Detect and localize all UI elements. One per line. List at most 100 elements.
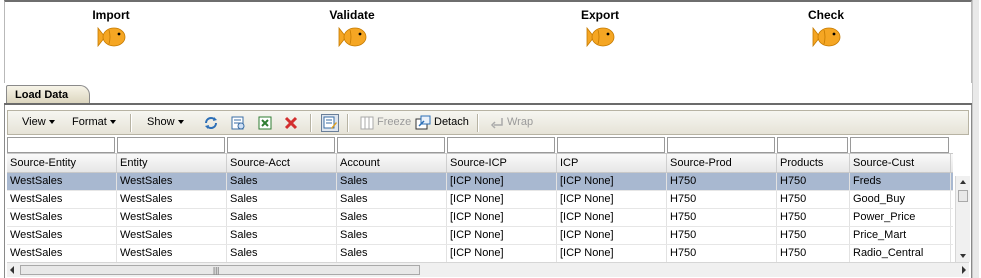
table-cell[interactable]: Sales (337, 209, 447, 226)
table-cell[interactable]: Sales (337, 245, 447, 262)
table-row[interactable]: WestSales WestSales Sales Sales [ICP None] [I… (7, 191, 953, 209)
table-cell[interactable]: [ICP None] (557, 191, 667, 208)
fish-icon[interactable] (336, 24, 368, 50)
vertical-scrollbar[interactable] (955, 176, 970, 262)
filter-input-source-icp[interactable] (447, 137, 555, 153)
filter-input-icp[interactable] (557, 137, 665, 153)
table-cell[interactable]: Good_Buy (850, 191, 951, 208)
table-cell[interactable]: H750 (777, 191, 850, 208)
scroll-up-icon[interactable] (960, 180, 966, 184)
scroll-left-icon[interactable] (10, 266, 14, 274)
edit-grid-icon[interactable] (321, 114, 339, 132)
delete-icon[interactable] (283, 115, 299, 131)
scroll-right-icon[interactable] (962, 266, 966, 274)
table-cell[interactable]: WestSales (117, 245, 227, 262)
table-cell[interactable]: [ICP None] (447, 173, 557, 190)
format-menu-label: Format (72, 116, 107, 128)
header-row: Source-Entity Entity Source-Acct Account Sou… (7, 153, 953, 173)
refresh-icon[interactable] (203, 115, 219, 131)
table-cell[interactable]: H750 (667, 227, 777, 244)
show-menu[interactable]: Show (147, 114, 184, 131)
table-cell[interactable]: WestSales (7, 191, 117, 208)
filter-input-products[interactable] (777, 137, 848, 153)
column-header-icp[interactable]: ICP (557, 154, 667, 172)
table-row[interactable]: WestSales WestSales Sales Sales [ICP None] [I… (7, 245, 953, 263)
table-cell[interactable]: WestSales (117, 209, 227, 226)
table-cell[interactable]: Sales (227, 209, 337, 226)
filter-input-source-entity[interactable] (7, 137, 115, 153)
step-check[interactable]: Check (786, 8, 866, 50)
table-cell[interactable]: Sales (337, 173, 447, 190)
table-row[interactable]: WestSales WestSales Sales Sales [ICP None] [I… (7, 227, 953, 245)
table-cell[interactable]: Sales (227, 173, 337, 190)
column-header-source-cust[interactable]: Source-Cust (850, 154, 951, 172)
table-cell[interactable]: H750 (667, 209, 777, 226)
table-cell[interactable]: WestSales (7, 245, 117, 262)
table-cell[interactable]: WestSales (7, 209, 117, 226)
table-cell[interactable]: Radio_Central (850, 245, 951, 262)
table-cell[interactable]: H750 (667, 191, 777, 208)
table-cell[interactable]: WestSales (7, 227, 117, 244)
column-header-source-icp[interactable]: Source-ICP (447, 154, 557, 172)
table-cell[interactable]: Price_Mart (850, 227, 951, 244)
table-cell[interactable]: H750 (667, 173, 777, 190)
column-header-entity[interactable]: Entity (117, 154, 227, 172)
column-header-account[interactable]: Account (337, 154, 447, 172)
table-cell[interactable]: WestSales (117, 227, 227, 244)
wrap-button[interactable]: Wrap (507, 114, 533, 131)
view-menu[interactable]: View (22, 114, 55, 131)
table-cell[interactable]: H750 (777, 227, 850, 244)
table-cell[interactable]: H750 (777, 245, 850, 262)
column-header-source-entity[interactable]: Source-Entity (7, 154, 117, 172)
table-cell[interactable]: [ICP None] (447, 191, 557, 208)
filter-input-account[interactable] (337, 137, 445, 153)
table-cell[interactable]: Sales (227, 191, 337, 208)
table-cell[interactable]: [ICP None] (557, 173, 667, 190)
table-cell[interactable]: [ICP None] (447, 209, 557, 226)
table-cell[interactable]: [ICP None] (557, 245, 667, 262)
vertical-scroll-thumb[interactable] (958, 190, 968, 202)
table-cell[interactable]: Sales (337, 227, 447, 244)
step-export[interactable]: Export (560, 8, 640, 50)
table-cell[interactable]: Power_Price (850, 209, 951, 226)
table-cell[interactable]: [ICP None] (557, 209, 667, 226)
table-cell[interactable]: Freds (850, 173, 951, 190)
horizontal-scroll-thumb[interactable]: ||| (20, 265, 420, 275)
table-row[interactable]: WestSales WestSales Sales Sales [ICP None] [I… (7, 173, 953, 191)
table-cell[interactable]: Sales (227, 245, 337, 262)
table-cell[interactable]: WestSales (7, 173, 117, 190)
fish-icon[interactable] (95, 24, 127, 50)
table-cell[interactable]: H750 (777, 173, 850, 190)
column-header-products[interactable]: Products (777, 154, 850, 172)
excel-export-icon[interactable] (257, 115, 273, 131)
table-cell[interactable]: Sales (337, 191, 447, 208)
tab-load-data[interactable]: Load Data (6, 85, 90, 103)
table-cell[interactable]: H750 (777, 209, 850, 226)
freeze-button[interactable]: Freeze (377, 114, 411, 131)
filter-input-source-cust[interactable] (850, 137, 949, 153)
format-menu[interactable]: Format (72, 114, 116, 131)
filter-input-source-acct[interactable] (227, 137, 335, 153)
table-cell[interactable]: [ICP None] (447, 227, 557, 244)
column-header-source-prod[interactable]: Source-Prod (667, 154, 777, 172)
query-icon[interactable] (230, 115, 246, 131)
filter-input-source-prod[interactable] (667, 137, 775, 153)
fish-icon[interactable] (810, 24, 842, 50)
column-header-source-acct[interactable]: Source-Acct (227, 154, 337, 172)
table-cell[interactable]: Sales (227, 227, 337, 244)
table-cell[interactable]: WestSales (117, 191, 227, 208)
filter-input-entity[interactable] (117, 137, 225, 153)
step-import[interactable]: Import (71, 8, 151, 50)
scroll-down-icon[interactable] (960, 254, 966, 258)
horizontal-scrollbar[interactable]: ||| (7, 262, 969, 277)
detach-button[interactable]: Detach (434, 114, 469, 131)
table-cell[interactable]: [ICP None] (557, 227, 667, 244)
detach-icon[interactable] (415, 115, 431, 131)
table-cell[interactable]: H750 (667, 245, 777, 262)
step-validate[interactable]: Validate (312, 8, 392, 50)
table-cell[interactable]: WestSales (117, 173, 227, 190)
table-cell[interactable]: [ICP None] (447, 245, 557, 262)
table-row[interactable]: WestSales WestSales Sales Sales [ICP None] [I… (7, 209, 953, 227)
fish-icon[interactable] (584, 24, 616, 50)
filter-cell (117, 136, 225, 153)
